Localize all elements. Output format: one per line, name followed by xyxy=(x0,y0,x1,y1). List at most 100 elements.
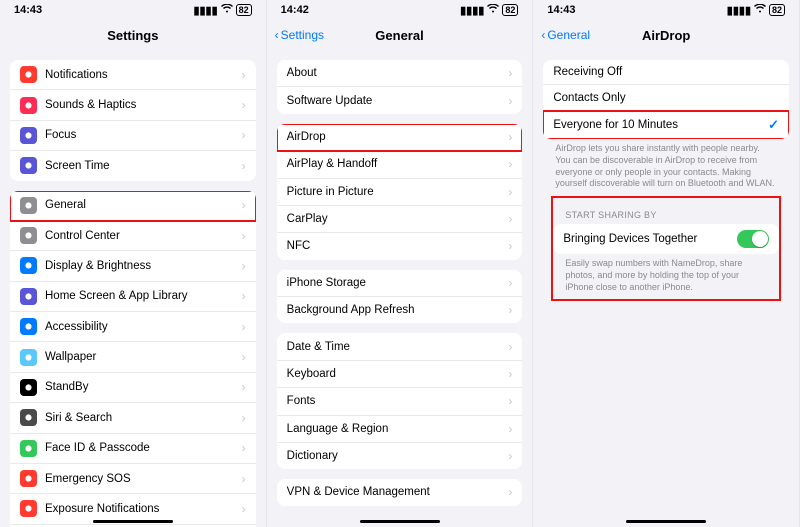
settings-list: ⬤Notifications›⬤Sounds & Haptics›⬤Focus›… xyxy=(0,50,266,527)
group-general: ⬤General›⬤Control Center›⬤Display & Brig… xyxy=(10,191,256,527)
chevron-right-icon: › xyxy=(508,66,512,80)
chevron-right-icon: › xyxy=(242,229,246,243)
clock: 14:42 xyxy=(281,4,309,16)
row-label: Siri & Search xyxy=(45,412,238,424)
nav-bar: ‹ Settings General xyxy=(267,20,533,50)
row-label: Keyboard xyxy=(287,368,505,380)
back-button[interactable]: ‹ General xyxy=(541,28,590,42)
toggle-footer: Easily swap numbers with NameDrop, share… xyxy=(565,258,767,293)
signal-icon: ▮▮▮▮ xyxy=(460,4,484,17)
settings-row[interactable]: ⬤Focus› xyxy=(10,121,256,151)
chevron-right-icon: › xyxy=(242,502,246,516)
group-about: About›Software Update› xyxy=(277,60,523,114)
chevron-right-icon: › xyxy=(508,157,512,171)
siri-icon: ⬤ xyxy=(20,409,37,426)
row-label: AirDrop xyxy=(287,131,505,143)
settings-row[interactable]: ⬤Screen Time› xyxy=(10,151,256,180)
chevron-right-icon: › xyxy=(242,159,246,173)
settings-row[interactable]: ⬤Notifications› xyxy=(10,60,256,90)
standby-icon: ⬤ xyxy=(20,379,37,396)
row-label: Accessibility xyxy=(45,321,238,333)
chevron-right-icon: › xyxy=(508,239,512,253)
gear-icon: ⬤ xyxy=(20,197,37,214)
row-label: Dictionary xyxy=(287,450,505,462)
settings-row[interactable]: AirDrop› xyxy=(277,124,523,151)
settings-row[interactable]: ⬤Siri & Search› xyxy=(10,403,256,433)
chevron-right-icon: › xyxy=(508,394,512,408)
settings-row[interactable]: ⬤Display & Brightness› xyxy=(10,251,256,281)
page-title: General xyxy=(375,28,423,43)
airdrop-option[interactable]: Contacts Only xyxy=(543,85,789,110)
settings-row[interactable]: ⬤StandBy› xyxy=(10,373,256,403)
settings-row[interactable]: About› xyxy=(277,60,523,87)
chevron-right-icon: › xyxy=(508,212,512,226)
checkmark-icon: ✓ xyxy=(768,117,779,133)
settings-row[interactable]: ⬤Emergency SOS› xyxy=(10,464,256,494)
general-list: About›Software Update› AirDrop›AirPlay &… xyxy=(267,50,533,527)
settings-row[interactable]: Keyboard› xyxy=(277,361,523,388)
chevron-right-icon: › xyxy=(508,130,512,144)
home-indicator xyxy=(93,520,173,523)
back-label: General xyxy=(547,28,590,42)
row-label: Wallpaper xyxy=(45,351,238,363)
moon-icon: ⬤ xyxy=(20,127,37,144)
airdrop-option[interactable]: Receiving Off xyxy=(543,60,789,85)
back-button[interactable]: ‹ Settings xyxy=(275,28,324,42)
signal-icon: ▮▮▮▮ xyxy=(727,4,751,17)
settings-row[interactable]: Background App Refresh› xyxy=(277,297,523,323)
settings-row[interactable]: Fonts› xyxy=(277,388,523,415)
settings-row[interactable]: Dictionary› xyxy=(277,443,523,469)
section-header: START SHARING BY xyxy=(565,210,775,220)
bringing-devices-toggle-row[interactable]: Bringing Devices Together xyxy=(553,224,779,254)
settings-row[interactable]: Date & Time› xyxy=(277,333,523,360)
status-right: ▮▮▮▮ 82 xyxy=(193,4,251,17)
toggle-switch[interactable] xyxy=(737,230,769,248)
row-label: VPN & Device Management xyxy=(287,486,505,498)
settings-row[interactable]: VPN & Device Management› xyxy=(277,479,523,505)
airdrop-screen: 14:43 ▮▮▮▮ 82 ‹ General AirDrop Receivin… xyxy=(533,0,800,527)
settings-screen: 14:43 ▮▮▮▮ 82 Settings ⬤Notifications›⬤S… xyxy=(0,0,267,527)
settings-row[interactable]: CarPlay› xyxy=(277,206,523,233)
row-label: CarPlay xyxy=(287,213,505,225)
option-label: Receiving Off xyxy=(553,66,779,78)
chevron-right-icon: › xyxy=(242,350,246,364)
settings-row[interactable]: iPhone Storage› xyxy=(277,270,523,297)
battery-indicator: 82 xyxy=(502,4,518,16)
settings-row[interactable]: Language & Region› xyxy=(277,416,523,443)
clock: 14:43 xyxy=(14,4,42,16)
receiving-footer: AirDrop lets you share instantly with pe… xyxy=(555,143,777,190)
settings-row[interactable]: ⬤Wallpaper› xyxy=(10,342,256,372)
group-airdrop: AirDrop›AirPlay & Handoff›Picture in Pic… xyxy=(277,124,523,260)
settings-row[interactable]: AirPlay & Handoff› xyxy=(277,151,523,178)
option-label: Contacts Only xyxy=(553,92,779,104)
row-label: Focus xyxy=(45,129,238,141)
signal-icon: ▮▮▮▮ xyxy=(193,4,217,17)
row-label: iPhone Storage xyxy=(287,277,505,289)
group-storage: iPhone Storage›Background App Refresh› xyxy=(277,270,523,324)
settings-row[interactable]: ⬤General› xyxy=(10,191,256,221)
group-notifications: ⬤Notifications›⬤Sounds & Haptics› ⬤ Focus ›… xyxy=(10,60,256,181)
page-title: Settings xyxy=(107,28,158,43)
chevron-right-icon: › xyxy=(242,198,246,212)
settings-row[interactable]: ⬤Face ID & Passcode› xyxy=(10,434,256,464)
chevron-right-icon: › xyxy=(508,276,512,290)
settings-row[interactable]: Software Update› xyxy=(277,87,523,113)
page-title: AirDrop xyxy=(642,28,690,43)
settings-row[interactable]: ⬤Home Screen & App Library› xyxy=(10,282,256,312)
row-label: Exposure Notifications xyxy=(45,503,238,515)
chevron-right-icon: › xyxy=(508,449,512,463)
row-label: Control Center xyxy=(45,230,238,242)
option-label: Everyone for 10 Minutes xyxy=(553,119,768,131)
airdrop-option[interactable]: Everyone for 10 Minutes✓ xyxy=(543,111,789,139)
toggle-group: Bringing Devices Together xyxy=(553,224,779,254)
row-label: Notifications xyxy=(45,69,238,81)
settings-row[interactable]: ⬤Sounds & Haptics› xyxy=(10,90,256,120)
settings-row[interactable]: NFC› xyxy=(277,233,523,259)
settings-row[interactable]: Picture in Picture› xyxy=(277,179,523,206)
group-vpn: VPN & Device Management› xyxy=(277,479,523,505)
row-label: AirPlay & Handoff xyxy=(287,158,505,170)
clock: 14:43 xyxy=(547,4,575,16)
row-label: Sounds & Haptics xyxy=(45,99,238,111)
settings-row[interactable]: ⬤Accessibility› xyxy=(10,312,256,342)
settings-row[interactable]: ⬤Control Center› xyxy=(10,221,256,251)
